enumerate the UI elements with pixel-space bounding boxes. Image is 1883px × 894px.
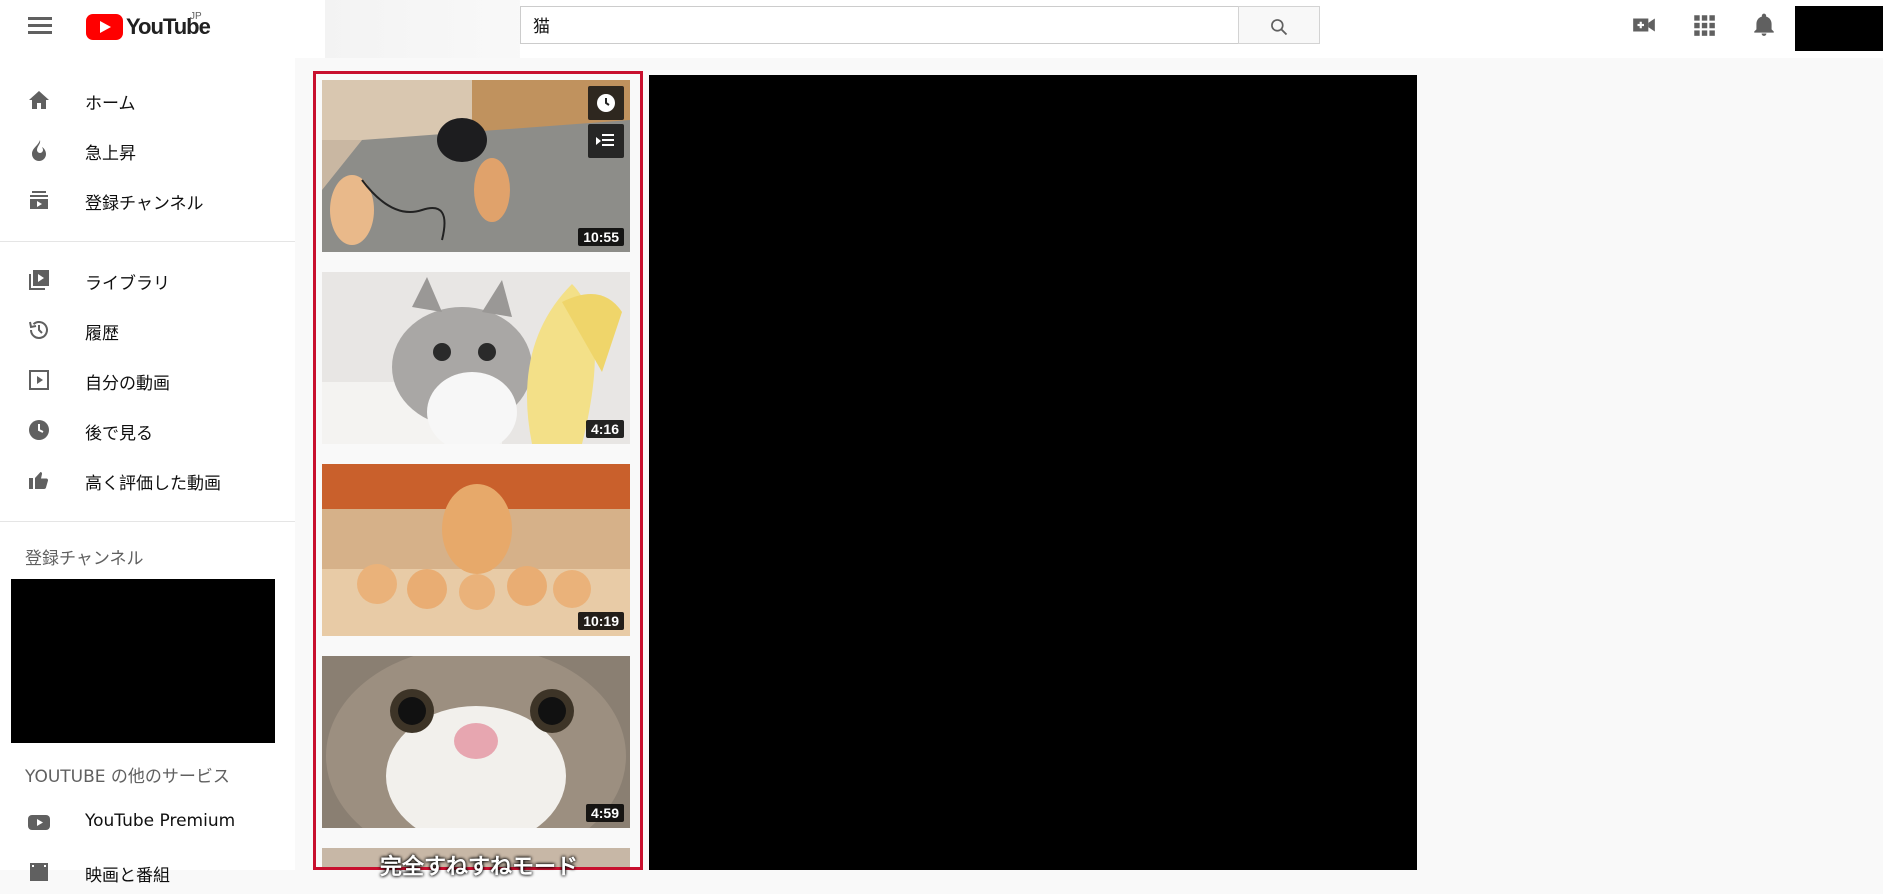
apps-grid-icon[interactable] <box>1691 12 1717 38</box>
sidebar-item-label: 後で見る <box>85 424 153 444</box>
region-code: JP <box>190 11 202 22</box>
sidebar-item-label: 高く評価した動画 <box>85 474 221 494</box>
sidebar-item-liked-videos[interactable]: 高く評価した動画 <box>0 458 295 502</box>
mother-cat-with-kittens-image <box>322 464 630 636</box>
subscriptions-list-redacted <box>11 579 275 743</box>
more-services-title: YOUTUBE の他のサービス <box>25 767 230 787</box>
video-duration: 4:59 <box>585 804 624 822</box>
sidebar-item-library[interactable]: ライブラリ <box>0 258 295 302</box>
history-icon <box>29 321 48 339</box>
subscriptions-section-title: 登録チャンネル <box>25 549 144 569</box>
video-playlist-panel: 10:55 4:16 10:19 4:59 <box>313 71 643 870</box>
video-duration: 4:16 <box>585 420 624 438</box>
sidebar: ホーム 急上昇 登録チャンネル ライブラリ 履歴 自分の動画 後で見る 高く評価… <box>0 58 295 886</box>
sidebar-item-label: ライブラリ <box>85 274 170 294</box>
sidebar-item-label: YouTube Premium <box>85 811 236 831</box>
cat-with-banana-image <box>322 272 630 444</box>
avatar[interactable] <box>1795 6 1883 51</box>
sidebar-item-watch-later[interactable]: 後で見る <box>0 408 295 452</box>
search-icon <box>1271 19 1288 36</box>
sidebar-divider <box>0 241 295 242</box>
video-thumbnail[interactable]: 10:55 <box>322 80 630 252</box>
movies-icon <box>30 863 48 881</box>
thumbs-up-icon <box>29 472 49 489</box>
watch-later-icon <box>29 420 49 440</box>
sidebar-item-youtube-premium[interactable]: YouTube Premium <box>0 800 295 844</box>
sidebar-item-subscriptions[interactable]: 登録チャンネル <box>0 178 295 222</box>
your-videos-icon <box>29 370 49 390</box>
add-to-queue-icon <box>596 134 614 146</box>
clock-icon <box>597 94 615 112</box>
subscriptions-icon <box>30 191 48 209</box>
sidebar-item-your-videos[interactable]: 自分の動画 <box>0 358 295 402</box>
add-to-queue-button[interactable] <box>588 124 624 158</box>
video-duration: 10:55 <box>578 228 624 246</box>
search-button[interactable] <box>1238 6 1320 44</box>
sidebar-item-label: 登録チャンネル <box>85 194 204 214</box>
trending-icon <box>32 140 46 161</box>
home-icon <box>29 91 49 109</box>
sidebar-item-history[interactable]: 履歴 <box>0 308 295 352</box>
sidebar-item-movies[interactable]: 映画と番組 <box>0 850 295 894</box>
right-empty-area <box>1417 58 1883 870</box>
sidebar-item-label: 自分の動画 <box>85 374 170 394</box>
sidebar-item-home[interactable]: ホーム <box>0 78 295 122</box>
sidebar-divider <box>0 521 295 522</box>
notifications-bell-icon[interactable] <box>1751 12 1777 38</box>
sidebar-item-label: 履歴 <box>85 324 119 344</box>
sidebar-item-label: 急上昇 <box>85 144 136 164</box>
sidebar-item-label: ホーム <box>85 94 136 114</box>
watch-later-button[interactable] <box>588 86 624 120</box>
faded-background-image <box>325 0 520 58</box>
thumbnail-caption: 完全すねすねモード <box>380 854 579 879</box>
video-thumbnail[interactable]: 4:16 <box>322 272 630 444</box>
video-duration: 10:19 <box>578 612 624 630</box>
youtube-play-icon <box>86 14 123 40</box>
sidebar-item-label: 映画と番組 <box>85 866 170 886</box>
top-bar: YouTube JP <box>0 0 1883 58</box>
video-player[interactable] <box>649 75 1417 870</box>
search-input[interactable] <box>521 7 1223 41</box>
library-icon <box>29 270 49 290</box>
search-box[interactable] <box>520 6 1238 44</box>
youtube-premium-icon <box>28 815 50 830</box>
menu-icon[interactable] <box>28 15 54 37</box>
cat-closeup-face-image <box>322 656 630 828</box>
video-thumbnail[interactable]: 4:59 <box>322 656 630 828</box>
video-thumbnail[interactable]: 10:19 <box>322 464 630 636</box>
create-video-icon[interactable] <box>1631 12 1657 38</box>
youtube-logo[interactable]: YouTube JP <box>86 11 211 41</box>
sidebar-item-trending[interactable]: 急上昇 <box>0 128 295 172</box>
kittens-on-rug-image <box>322 80 630 252</box>
